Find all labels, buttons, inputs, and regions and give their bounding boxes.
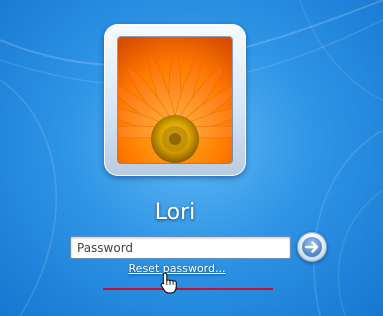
orange-gerbera-daisy-icon	[118, 37, 232, 163]
user-picture	[118, 37, 232, 163]
annotation-underline	[103, 288, 273, 290]
arrow-right-glyph	[304, 241, 319, 253]
user-tile[interactable]	[104, 24, 246, 176]
hand-cursor-icon	[160, 272, 177, 294]
password-input[interactable]	[71, 237, 290, 259]
password-field[interactable]	[70, 236, 291, 259]
username-label: Lori	[154, 200, 196, 225]
submit-button[interactable]	[297, 232, 327, 262]
